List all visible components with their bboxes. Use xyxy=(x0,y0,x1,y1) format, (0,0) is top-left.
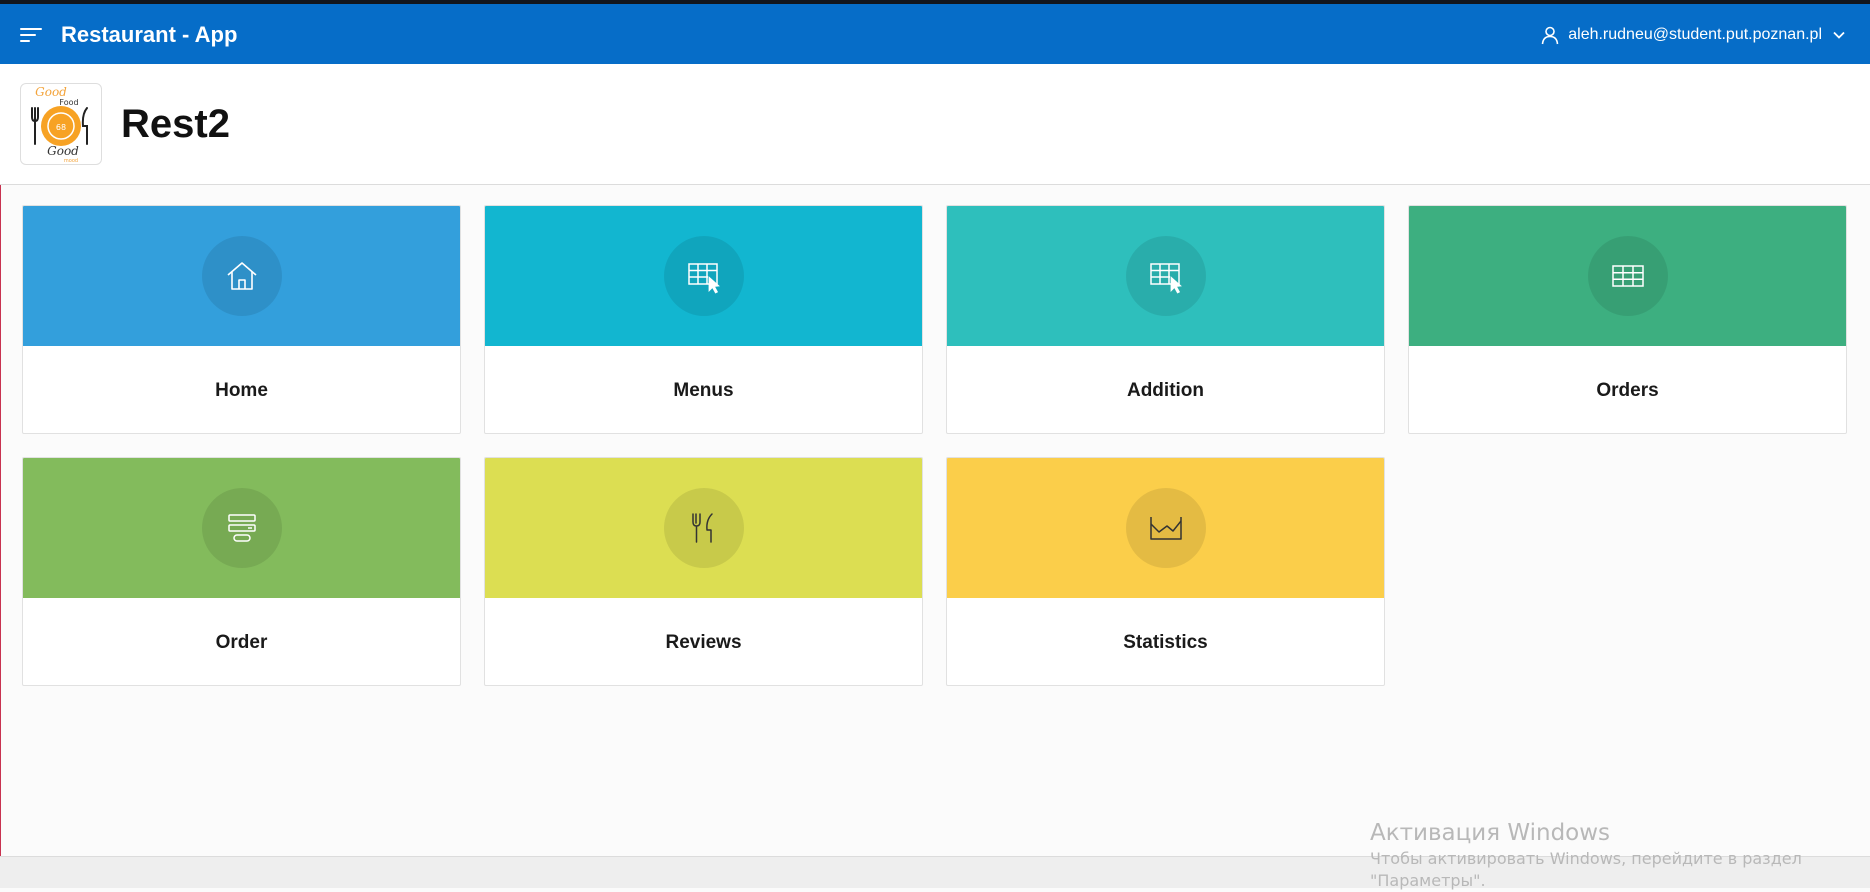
card-reviews[interactable]: Reviews xyxy=(484,457,923,686)
card-home[interactable]: Home xyxy=(22,205,461,434)
restaurant-logo: Good Food 68 Good mood xyxy=(20,83,102,165)
form-icon xyxy=(201,488,282,568)
card-label: Menus xyxy=(673,379,734,401)
app-title[interactable]: Restaurant - App xyxy=(61,22,237,48)
card-orders[interactable]: Orders xyxy=(1408,205,1847,434)
table-icon xyxy=(1587,236,1668,316)
card-label: Home xyxy=(215,379,268,401)
fork-knife-icon xyxy=(663,488,744,568)
card-label: Reviews xyxy=(665,631,742,653)
card-label: Order xyxy=(215,631,268,653)
svg-text:68: 68 xyxy=(56,123,66,132)
table-pointer-icon xyxy=(1125,236,1206,316)
card-addition[interactable]: Addition xyxy=(946,205,1385,434)
card-statistics[interactable]: Statistics xyxy=(946,457,1385,686)
footer-bar xyxy=(0,856,1870,888)
page-header: Good Food 68 Good mood Rest2 xyxy=(0,64,1870,185)
card-menus[interactable]: Menus xyxy=(484,205,923,434)
home-icon xyxy=(201,236,282,316)
svg-text:Good: Good xyxy=(35,85,67,99)
watermark-title: Активация Windows xyxy=(1370,820,1611,846)
user-menu[interactable]: aleh.rudneu@student.put.poznan.pl xyxy=(1540,20,1846,50)
svg-text:mood: mood xyxy=(64,158,78,164)
card-label: Orders xyxy=(1596,379,1659,401)
cards-grid: Home Menus Addition Orders Order Reviews… xyxy=(22,205,1850,687)
chevron-down-icon xyxy=(1833,31,1845,39)
area-chart-icon xyxy=(1125,488,1206,568)
svg-text:Good: Good xyxy=(47,144,79,158)
card-label: Addition xyxy=(1126,379,1205,401)
hamburger-menu-icon[interactable] xyxy=(20,26,42,44)
user-email: aleh.rudneu@student.put.poznan.pl xyxy=(1568,26,1822,43)
card-order[interactable]: Order xyxy=(22,457,461,686)
table-pointer-icon xyxy=(663,236,744,316)
user-icon xyxy=(1541,26,1559,45)
svg-text:Food: Food xyxy=(59,98,78,107)
page-title: Rest2 xyxy=(121,102,230,146)
card-label: Statistics xyxy=(1123,631,1208,653)
app-header: Restaurant - App aleh.rudneu@student.put… xyxy=(0,4,1870,64)
